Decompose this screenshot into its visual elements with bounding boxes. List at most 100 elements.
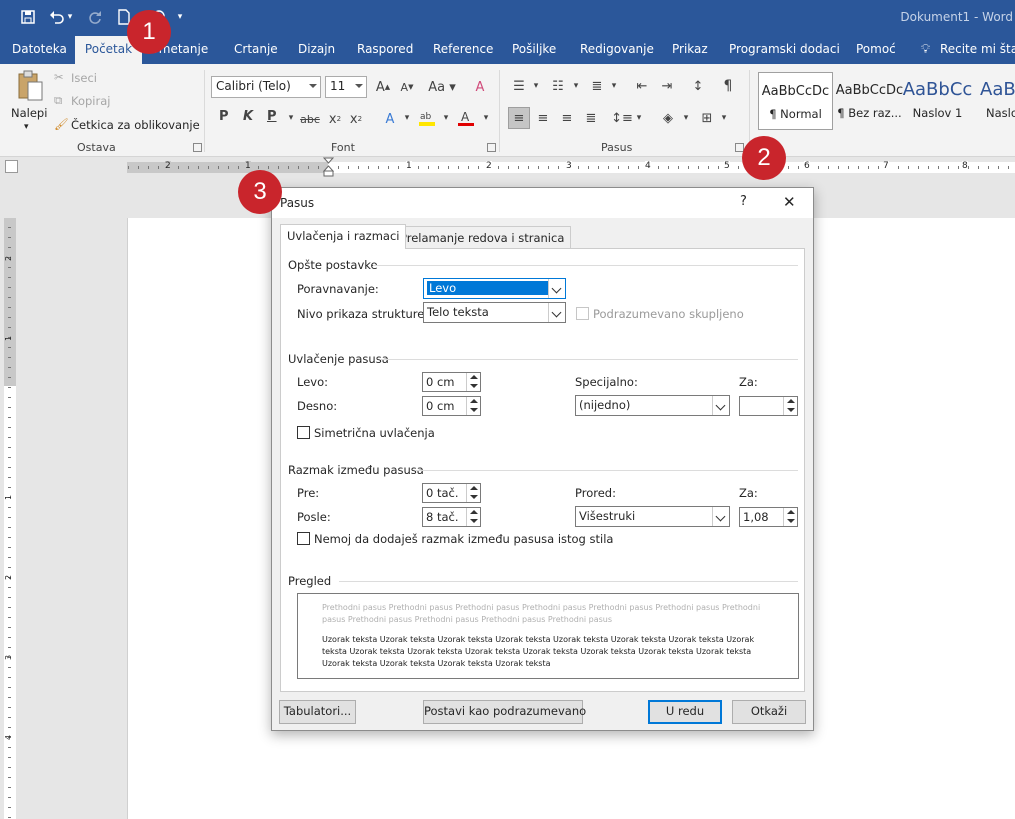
undo-dropdown-icon[interactable]: ▾ [64,6,76,28]
increase-indent-icon[interactable]: ⇥ [657,76,677,96]
tab-review[interactable]: Redigovanje [580,36,654,64]
style-preview: AaBbCcDc [761,84,830,99]
borders-dropdown-icon[interactable]: ▾ [714,108,734,128]
decrease-indent-icon[interactable]: ⇤ [632,76,652,96]
change-case-icon[interactable]: Aa ▾ [427,77,457,97]
font-color-icon[interactable]: A [456,108,476,128]
mirror-indents-checkbox[interactable] [297,426,310,439]
tab-view[interactable]: Prikaz [672,36,708,64]
shading-icon[interactable]: ◈ [658,108,678,128]
preview-previous-paragraph: Prethodni pasus Prethodni pasus Prethodn… [322,603,761,624]
justify-icon[interactable]: ≣ [581,108,601,128]
bold-button[interactable]: P [219,109,229,124]
align-center-icon[interactable]: ≡ [533,108,553,128]
cancel-button[interactable]: Otkaži [732,700,806,724]
ruler-label: 2 [165,161,171,171]
tab-layout[interactable]: Raspored [357,36,413,64]
spinner-arrows-icon[interactable] [466,484,480,502]
vertical-ruler[interactable]: 2 1 1 2 3 4 [4,218,16,819]
help-icon[interactable]: ? [740,194,747,209]
collapsed-checkbox[interactable] [576,307,589,320]
paste-button[interactable]: Nalepi [11,106,47,120]
tab-references[interactable]: Reference [433,36,493,64]
numbering-icon[interactable]: ☷ [548,76,568,96]
tab-draw[interactable]: Crtanje [234,36,278,64]
style-heading-1[interactable]: AaBbCc Naslov 1 [900,72,975,130]
shrink-font-icon[interactable]: A ▼ [397,77,417,97]
tab-file[interactable]: Datoteka [12,36,67,64]
format-painter-button[interactable]: Četkica za oblikovanje [71,118,200,132]
paste-dropdown-icon[interactable]: ▾ [24,122,29,132]
style-no-spacing[interactable]: AaBbCcDc ¶ Bez raz... [832,72,907,130]
spinner-arrows-icon[interactable] [466,508,480,526]
shading-dropdown-icon[interactable]: ▾ [676,108,696,128]
tab-help[interactable]: Pomoć [856,36,896,64]
highlight-color-icon[interactable]: ab [417,108,437,128]
strikethrough-icon[interactable]: abc [300,109,320,129]
grow-font-icon[interactable]: A ▲ [373,77,393,97]
clipboard-icon[interactable] [16,70,46,106]
group-paragraph-label: Pasus [601,141,633,154]
line-spacing-select[interactable]: Višestruki [575,506,730,527]
spinner-arrows-icon[interactable] [466,397,480,415]
spinner-arrows-icon[interactable] [783,508,797,526]
special-select[interactable]: (nijedno) [575,395,730,416]
by-spinner[interactable] [739,396,798,416]
indent-left-spinner[interactable]: 0 cm [422,372,481,392]
style-normal[interactable]: AaBbCcDc ¶ Normal [758,72,833,130]
indent-marker-icon[interactable] [322,157,335,177]
copy-button[interactable]: Kopiraj [71,94,110,108]
show-formatting-icon[interactable]: ¶ [718,76,738,96]
after-spinner[interactable]: 8 tač. [422,507,481,527]
separator [204,70,205,152]
clipboard-launcher-icon[interactable] [193,143,202,152]
bullets-dropdown-icon[interactable]: ▾ [526,76,546,96]
customize-qat-icon[interactable]: ▾ [174,6,186,28]
at-label: Za: [739,486,758,500]
tab-indents-spacing[interactable]: Uvlačenja i razmaci [280,224,407,249]
save-icon[interactable] [17,6,39,28]
spinner-arrows-icon[interactable] [466,373,480,391]
subscript-icon[interactable]: x2 [325,109,345,129]
underline-dropdown-icon[interactable]: ▾ [281,108,301,128]
alignment-select[interactable]: Levo [423,278,566,299]
tab-design[interactable]: Dizajn [298,36,335,64]
font-name-box[interactable]: Calibri (Telo) [211,76,321,98]
align-right-icon[interactable]: ≡ [557,108,577,128]
tab-selector-icon[interactable] [5,160,18,173]
tabs-button[interactable]: Tabulatori... [279,700,356,724]
cut-button[interactable]: Iseci [71,71,97,85]
font-size-box[interactable]: 11 [325,76,367,98]
at-spinner[interactable]: 1,08 [739,507,798,527]
clear-formatting-icon[interactable]: A [470,77,490,97]
font-color-dropdown-icon[interactable]: ▾ [476,108,496,128]
italic-button[interactable]: K [243,109,253,124]
before-spinner[interactable]: 0 tač. [422,483,481,503]
dont-add-space-checkbox[interactable] [297,532,310,545]
underline-button[interactable]: P [267,109,277,124]
style-title[interactable]: AaBb Naslov [975,72,1015,130]
close-icon[interactable]: ✕ [783,193,796,211]
svg-text:A: A [461,110,470,124]
line-spacing-dropdown-icon[interactable]: ▾ [629,108,649,128]
numbering-dropdown-icon[interactable]: ▾ [566,76,586,96]
redo-icon[interactable] [84,6,106,28]
alignment-value: Levo [426,280,549,296]
multilevel-dropdown-icon[interactable]: ▾ [604,76,624,96]
ok-button[interactable]: U redu [648,700,722,724]
indent-right-spinner[interactable]: 0 cm [422,396,481,416]
align-left-icon[interactable]: ≡ [508,107,530,129]
tab-line-page-breaks[interactable]: Prelamanje redova i stranica [393,226,572,248]
tab-mailings[interactable]: Pošiljke [512,36,556,64]
tab-developer[interactable]: Programski dodaci [729,36,840,64]
tell-me-search[interactable]: 💡︎ Recite mi šta [921,36,1015,64]
highlight-dropdown-icon[interactable]: ▾ [436,108,456,128]
superscript-icon[interactable]: x2 [346,109,366,129]
set-default-button[interactable]: Postavi kao podrazumevano [423,700,586,724]
spinner-arrows-icon[interactable] [783,397,797,415]
font-launcher-icon[interactable] [487,143,496,152]
sort-icon[interactable]: ↕ [688,76,708,96]
horizontal-ruler[interactable]: 2 1 1 2 3 4 5 6 7 8 [0,157,1015,177]
outline-level-select[interactable]: Telo teksta [423,302,566,323]
text-effects-dropdown-icon[interactable]: ▾ [397,108,417,128]
